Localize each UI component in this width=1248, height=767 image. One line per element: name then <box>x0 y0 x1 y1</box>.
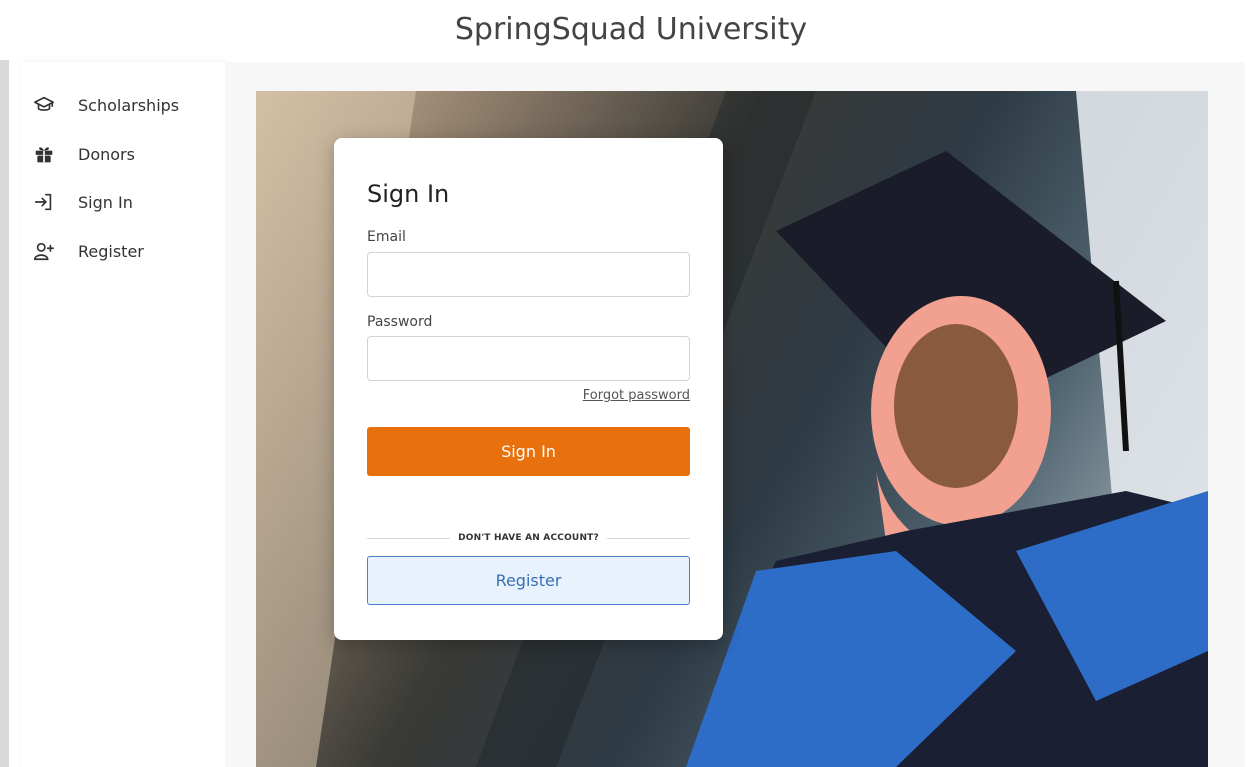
account-divider: DON'T HAVE AN ACCOUNT? <box>367 528 690 548</box>
sign-in-button[interactable]: Sign In <box>367 427 690 476</box>
page-title: SpringSquad University <box>454 12 808 47</box>
sidebar-item-scholarships[interactable]: Scholarships <box>32 89 179 121</box>
window-left-edge <box>0 60 9 767</box>
divider-line <box>367 537 451 539</box>
register-button[interactable]: Register <box>367 556 690 605</box>
sidebar-item-donors[interactable]: Donors <box>32 138 135 170</box>
sidebar-item-register[interactable]: Register <box>32 235 144 267</box>
password-field[interactable] <box>367 336 690 381</box>
forgot-password-link[interactable]: Forgot password <box>583 388 690 403</box>
email-field[interactable] <box>367 252 690 297</box>
sidebar-item-label: Register <box>78 241 144 261</box>
sign-in-card: Sign In Email Password Forgot password S… <box>334 138 723 640</box>
sidebar-item-sign-in[interactable]: Sign In <box>32 186 133 218</box>
gift-icon <box>32 142 56 166</box>
sign-in-icon <box>32 190 56 214</box>
sidebar-item-label: Sign In <box>78 192 133 212</box>
sidebar-item-label: Scholarships <box>78 95 180 115</box>
email-label: Email <box>367 229 406 245</box>
sign-in-title: Sign In <box>367 180 450 208</box>
user-plus-icon <box>32 239 56 263</box>
sidebar-item-label: Donors <box>78 144 135 164</box>
graduation-cap-icon <box>32 93 56 117</box>
password-label: Password <box>367 314 433 330</box>
sidebar: Scholarships Donors Sign In Register <box>22 62 225 767</box>
divider-text: DON'T HAVE AN ACCOUNT? <box>458 533 599 543</box>
divider-line <box>606 537 690 539</box>
